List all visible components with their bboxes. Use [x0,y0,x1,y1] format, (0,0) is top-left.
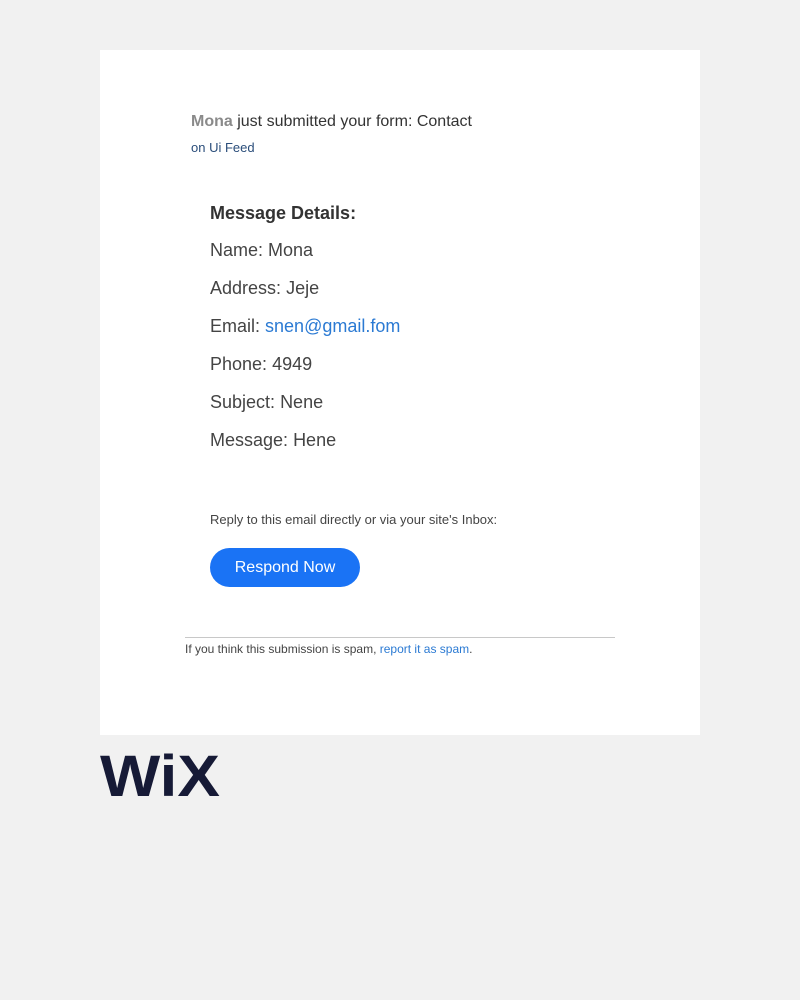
spam-suffix: . [469,642,473,656]
detail-value: 4949 [272,354,313,374]
detail-label: Phone: [210,354,268,374]
footer-divider [185,637,615,638]
email-card: Mona just submitted your form: Contact o… [100,50,700,735]
detail-row-address: Address: Jeje [210,275,400,313]
report-spam-link[interactable]: report it as spam [380,642,469,656]
spam-notice: If you think this submission is spam, re… [185,642,472,656]
submission-action-text: just submitted your form: Contact [232,113,472,130]
detail-row-name: Name: Mona [210,237,400,275]
detail-value: Mona [268,240,314,260]
reply-instructions: Reply to this email directly or via your… [210,512,498,527]
detail-value: Nene [280,392,324,412]
detail-label: Message: [210,430,289,450]
detail-row-email: Email: snen@gmail.fom [210,313,400,351]
detail-label: Subject: [210,392,276,412]
detail-label: Name: [210,240,264,260]
wix-logo: WiX [100,750,220,800]
email-link[interactable]: snen@gmail.fom [265,316,400,336]
detail-value: Hene [293,430,337,450]
detail-row-phone: Phone: 4949 [210,351,400,389]
respond-now-button[interactable]: Respond Now [210,548,360,587]
detail-value: Jeje [286,278,320,298]
site-name-line: on Ui Feed [191,140,255,155]
submission-headline: Mona just submitted your form: Contact [191,113,472,131]
spam-prefix: If you think this submission is spam, [185,642,380,656]
sender-name: Mona [191,113,233,130]
detail-row-message: Message: Hene [210,427,400,465]
detail-row-subject: Subject: Nene [210,389,400,427]
details-list: Name: Mona Address: Jeje Email: snen@gma… [210,237,400,465]
detail-label: Address: [210,278,282,298]
wix-logo-text: WiX [100,750,220,800]
detail-label: Email: [210,316,261,336]
message-details: Message Details: Name: Mona Address: Jej… [210,200,400,465]
message-details-title: Message Details: [210,203,357,223]
